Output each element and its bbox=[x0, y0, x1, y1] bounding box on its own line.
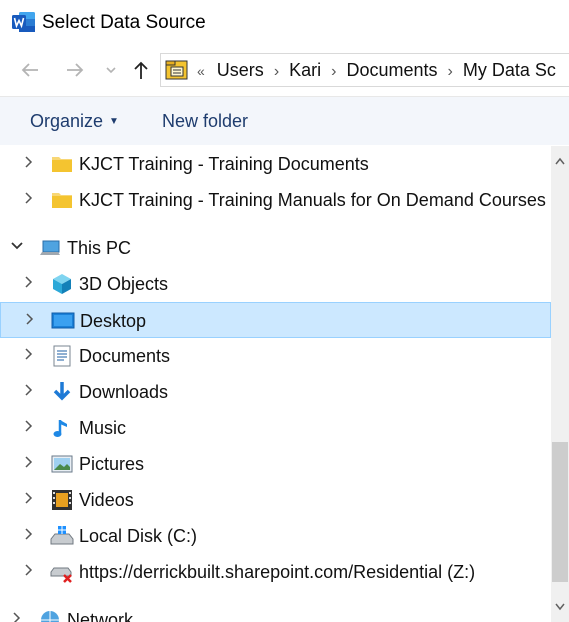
chevron-right-icon[interactable] bbox=[10, 611, 24, 622]
scroll-down-icon[interactable] bbox=[551, 592, 569, 622]
chevron-right-icon[interactable] bbox=[22, 155, 36, 169]
local-disk-icon bbox=[50, 526, 74, 545]
tree-item[interactable]: KJCT Training - Training Manuals for On … bbox=[0, 182, 551, 218]
chevron-right-icon[interactable] bbox=[22, 275, 36, 289]
music-icon bbox=[53, 420, 67, 437]
arrow-left-icon bbox=[21, 63, 38, 77]
downloads-icon bbox=[53, 382, 71, 401]
tree-item[interactable]: KJCT Training - Training Documents bbox=[0, 146, 551, 182]
tree-item-label: Pictures bbox=[79, 454, 145, 474]
chevron-right-icon[interactable] bbox=[22, 191, 36, 205]
arrow-right-icon bbox=[67, 63, 84, 77]
pictures-icon bbox=[51, 455, 73, 473]
scroll-up-icon[interactable] bbox=[551, 146, 569, 176]
chevron-down-icon bbox=[106, 67, 116, 74]
network-icon bbox=[41, 611, 59, 622]
tree-item-label: 3D Objects bbox=[79, 274, 169, 294]
videos-icon bbox=[52, 490, 72, 510]
address-bar: « Users › Kari › Documents › My Data Sc bbox=[0, 46, 569, 96]
scrollbar-thumb[interactable] bbox=[552, 442, 568, 582]
tree-item[interactable]: https://derrickbuilt.sharepoint.com/Resi… bbox=[0, 554, 551, 590]
tree-item[interactable]: Desktop bbox=[0, 302, 551, 338]
title-bar: Select Data Source bbox=[0, 0, 569, 46]
chevron-right-icon[interactable] bbox=[22, 347, 36, 361]
3d-objects-icon bbox=[53, 274, 71, 294]
arrow-up-icon bbox=[134, 61, 148, 79]
breadcrumb: « Users › Kari › Documents › My Data Sc bbox=[193, 54, 556, 86]
breadcrumb-item[interactable]: Users bbox=[217, 54, 264, 86]
address-box[interactable]: « Users › Kari › Documents › My Data Sc bbox=[160, 53, 569, 87]
tree-item[interactable]: This PC bbox=[0, 230, 551, 266]
network-drive-disconnected-icon bbox=[50, 567, 72, 583]
organize-button[interactable]: Organize ▼ bbox=[30, 109, 119, 134]
recent-locations-button[interactable] bbox=[99, 58, 123, 82]
chevron-right-icon[interactable] bbox=[22, 383, 36, 397]
vertical-scrollbar[interactable] bbox=[551, 146, 569, 622]
word-icon bbox=[12, 12, 35, 32]
chevron-right-icon[interactable]: › bbox=[274, 56, 279, 88]
navigation-pane: KJCT Training - Training Documents KJCT T… bbox=[0, 146, 551, 622]
chevron-right-icon[interactable]: › bbox=[448, 56, 453, 88]
tree-item-label: Downloads bbox=[79, 382, 169, 402]
tree-item[interactable]: Music bbox=[0, 410, 551, 446]
chevron-right-icon[interactable] bbox=[22, 527, 36, 541]
organize-label: Organize bbox=[30, 111, 104, 131]
breadcrumb-overflow[interactable]: « bbox=[197, 55, 205, 87]
tree-item[interactable]: Pictures bbox=[0, 446, 551, 482]
new-folder-button[interactable]: New folder bbox=[162, 109, 248, 133]
desktop-icon bbox=[51, 312, 75, 329]
tree-item-label: Network bbox=[67, 610, 134, 622]
tree-item[interactable]: Network bbox=[0, 602, 551, 622]
tree-item-label: Documents bbox=[79, 346, 171, 366]
tree-item-label: Local Disk (C:) bbox=[79, 526, 198, 546]
tree-item-label: KJCT Training - Training Manuals for On … bbox=[79, 190, 546, 210]
tree-item[interactable]: Videos bbox=[0, 482, 551, 518]
chevron-right-icon[interactable]: › bbox=[331, 56, 336, 88]
tree-item-label: Music bbox=[79, 418, 127, 438]
tree-item-label: Videos bbox=[79, 490, 134, 510]
tree-item[interactable]: Downloads bbox=[0, 374, 551, 410]
breadcrumb-item[interactable]: Documents bbox=[346, 54, 437, 86]
chevron-right-icon[interactable] bbox=[22, 563, 36, 577]
chevron-right-icon[interactable] bbox=[23, 312, 37, 326]
caret-down-icon: ▼ bbox=[109, 116, 119, 128]
breadcrumb-item[interactable]: My Data Sc bbox=[463, 54, 556, 86]
documents-icon bbox=[53, 345, 71, 367]
tree-item-label: https://derrickbuilt.sharepoint.com/Resi… bbox=[79, 562, 476, 582]
folder-icon bbox=[52, 193, 72, 208]
chevron-right-icon[interactable] bbox=[22, 419, 36, 433]
command-bar: Organize ▼ New folder bbox=[0, 96, 569, 145]
tree-item[interactable]: 3D Objects bbox=[0, 266, 551, 302]
forward-button[interactable] bbox=[63, 58, 87, 82]
chevron-down-icon[interactable] bbox=[10, 239, 24, 253]
computer-icon bbox=[40, 240, 60, 255]
back-button[interactable] bbox=[18, 58, 42, 82]
tree-item-label: Desktop bbox=[80, 311, 147, 331]
folder-location-icon bbox=[165, 60, 188, 80]
chevron-right-icon[interactable] bbox=[22, 455, 36, 469]
tree-item-label: KJCT Training - Training Documents bbox=[79, 154, 369, 174]
chevron-right-icon[interactable] bbox=[22, 491, 36, 505]
breadcrumb-item[interactable]: Kari bbox=[289, 54, 321, 86]
tree-item-label: This PC bbox=[67, 238, 132, 258]
window-title: Select Data Source bbox=[42, 12, 206, 33]
tree-item[interactable]: Local Disk (C:) bbox=[0, 518, 551, 554]
tree-item[interactable]: Documents bbox=[0, 338, 551, 374]
folder-icon bbox=[52, 157, 72, 172]
up-button[interactable] bbox=[129, 58, 153, 82]
